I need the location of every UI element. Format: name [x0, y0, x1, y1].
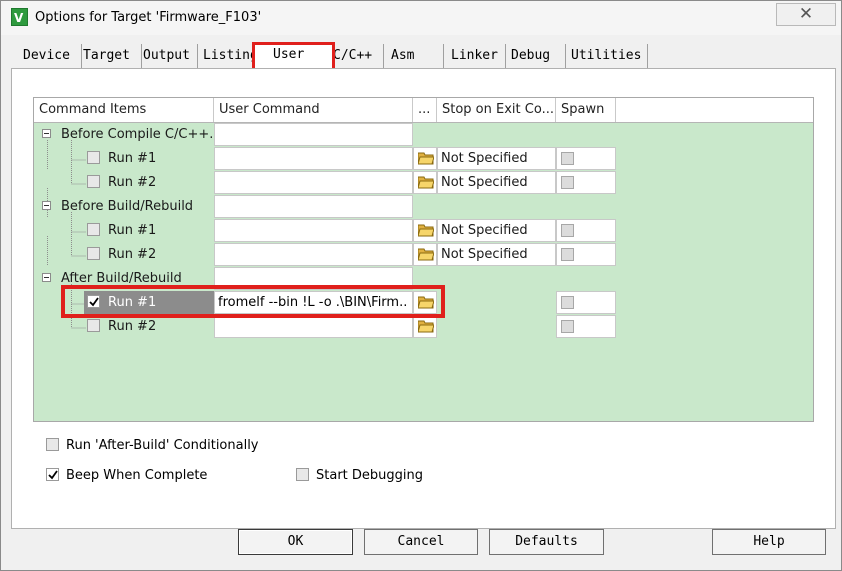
window-title: Options for Target 'Firmware_F103' — [35, 10, 262, 25]
check-icon — [48, 470, 58, 480]
options-dialog: V Options for Target 'Firmware_F103' ✕ D… — [0, 0, 842, 571]
browse-button[interactable] — [413, 315, 437, 338]
close-button[interactable]: ✕ — [776, 3, 836, 26]
cancel-button[interactable]: Cancel — [364, 529, 478, 555]
option-label: Beep When Complete — [66, 468, 208, 483]
command-input[interactable] — [214, 315, 413, 338]
stop-on-exit-select[interactable] — [437, 315, 556, 338]
grid-header: Command Items User Command ... Stop on E… — [34, 98, 813, 123]
tab-utilities[interactable]: Utilities — [571, 44, 648, 68]
option-label: Start Debugging — [316, 468, 423, 483]
spawn-checkbox[interactable] — [561, 176, 574, 189]
tab-target[interactable]: Target — [83, 44, 142, 68]
spawn-checkbox[interactable] — [561, 320, 574, 333]
collapse-icon[interactable] — [42, 129, 51, 138]
tab-user-label: User — [273, 47, 305, 62]
stop-on-exit-select[interactable]: Not Specified — [437, 219, 556, 242]
svg-text:V: V — [14, 11, 24, 25]
run-label: Run #2 — [108, 247, 157, 262]
user-commands-grid: Command Items User Command ... Stop on E… — [33, 97, 814, 422]
checkbox[interactable] — [296, 468, 309, 481]
close-icon: ✕ — [798, 4, 814, 24]
run-checkbox[interactable] — [87, 247, 100, 260]
highlight-box-run1 — [61, 285, 445, 318]
run-label: Run #1 — [108, 223, 157, 238]
browse-button[interactable] — [413, 219, 437, 242]
defaults-button[interactable]: Defaults — [489, 529, 604, 555]
ok-button[interactable]: OK — [238, 529, 353, 555]
table-row[interactable]: Run #2 — [34, 315, 813, 339]
group-label: Before Compile C/C++... — [61, 127, 222, 142]
spawn-cell — [556, 315, 616, 338]
spawn-cell — [556, 219, 616, 242]
folder-open-icon — [418, 224, 434, 237]
command-input[interactable] — [214, 219, 413, 242]
stop-on-exit-select[interactable]: Not Specified — [437, 171, 556, 194]
run-checkbox[interactable] — [87, 175, 100, 188]
run-checkbox[interactable] — [87, 151, 100, 164]
table-row[interactable]: Run #1 Not Specified — [34, 219, 813, 243]
table-row[interactable]: Run #1 Not Specified — [34, 147, 813, 171]
command-cell — [214, 123, 413, 146]
spawn-cell — [556, 291, 616, 314]
collapse-icon[interactable] — [42, 273, 51, 282]
option-label: Run 'After-Build' Conditionally — [66, 438, 259, 453]
folder-open-icon — [418, 248, 434, 261]
tab-output[interactable]: Output — [143, 44, 198, 68]
column-stop-on-exit[interactable]: Stop on Exit Co... — [437, 98, 556, 122]
spawn-checkbox[interactable] — [561, 296, 574, 309]
stop-on-exit-select[interactable] — [437, 291, 556, 314]
folder-open-icon — [418, 152, 434, 165]
run-label: Run #2 — [108, 319, 157, 334]
tab-asm[interactable]: Asm — [391, 44, 444, 68]
run-checkbox[interactable] — [87, 223, 100, 236]
folder-open-icon — [418, 176, 434, 189]
keil-uvision-icon: V — [11, 8, 28, 26]
spawn-checkbox[interactable] — [561, 224, 574, 237]
spawn-cell — [556, 171, 616, 194]
collapse-icon[interactable] — [42, 201, 51, 210]
run-label: Run #2 — [108, 175, 157, 190]
column-user-command[interactable]: User Command — [214, 98, 413, 122]
help-button[interactable]: Help — [712, 529, 826, 555]
run-label: Run #1 — [108, 151, 157, 166]
checkbox[interactable] — [46, 438, 59, 451]
run-checkbox[interactable] — [87, 319, 100, 332]
spawn-cell — [556, 147, 616, 170]
spawn-cell — [556, 243, 616, 266]
table-row[interactable]: Run #2 Not Specified — [34, 243, 813, 267]
stop-on-exit-select[interactable]: Not Specified — [437, 243, 556, 266]
title-bar: V Options for Target 'Firmware_F103' ✕ — [1, 1, 841, 35]
browse-button[interactable] — [413, 171, 437, 194]
browse-button[interactable] — [413, 147, 437, 170]
column-browse[interactable]: ... — [413, 98, 437, 122]
command-input[interactable] — [214, 147, 413, 170]
browse-button[interactable] — [413, 243, 437, 266]
stop-on-exit-select[interactable]: Not Specified — [437, 147, 556, 170]
folder-open-icon — [418, 320, 434, 333]
command-cell — [214, 195, 413, 218]
table-row[interactable]: Run #2 Not Specified — [34, 171, 813, 195]
group-row-before-compile[interactable]: Before Compile C/C++... — [34, 123, 813, 147]
column-command-items[interactable]: Command Items — [34, 98, 214, 122]
spawn-checkbox[interactable] — [561, 248, 574, 261]
tab-cpp[interactable]: C/C++ — [333, 44, 384, 68]
spawn-checkbox[interactable] — [561, 152, 574, 165]
checkbox[interactable] — [46, 468, 59, 481]
command-input[interactable] — [214, 171, 413, 194]
tab-debug[interactable]: Debug — [511, 44, 566, 68]
tab-linker[interactable]: Linker — [451, 44, 506, 68]
command-input[interactable] — [214, 243, 413, 266]
group-row-before-build[interactable]: Before Build/Rebuild — [34, 195, 813, 219]
group-label: Before Build/Rebuild — [61, 199, 194, 214]
tab-device[interactable]: Device — [23, 44, 82, 68]
column-spawn[interactable]: Spawn — [556, 98, 616, 122]
